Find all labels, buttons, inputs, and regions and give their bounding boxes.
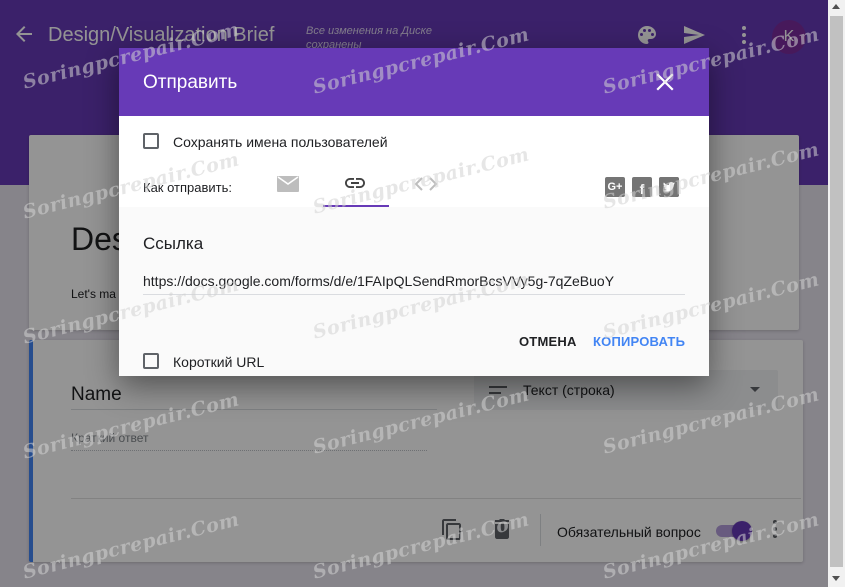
google-plus-icon[interactable]: G+	[605, 177, 625, 197]
send-via-label: Как отправить:	[143, 180, 233, 195]
embed-code-icon[interactable]	[414, 176, 438, 192]
twitter-icon[interactable]	[659, 177, 679, 197]
scroll-thumb[interactable]	[830, 16, 843, 567]
close-icon[interactable]	[656, 73, 674, 91]
link-icon[interactable]	[343, 176, 367, 190]
scroll-down-arrow-icon[interactable]	[832, 576, 840, 581]
save-names-label: Сохранять имена пользователей	[173, 134, 388, 150]
dialog-title: Отправить	[143, 72, 238, 93]
dialog-header: Отправить	[119, 48, 709, 116]
scroll-up-arrow-icon[interactable]	[832, 4, 840, 9]
email-icon[interactable]	[277, 176, 299, 192]
copy-button[interactable]: КОПИРОВАТЬ	[593, 334, 685, 349]
save-names-checkbox[interactable]	[143, 133, 159, 149]
url-field[interactable]: https://docs.google.com/forms/d/e/1FAIpQ…	[143, 273, 685, 295]
short-url-checkbox[interactable]	[143, 353, 159, 369]
short-url-label: Короткий URL	[173, 354, 265, 370]
facebook-icon[interactable]: f	[632, 177, 652, 197]
link-heading: Ссылка	[143, 234, 204, 253]
cancel-button[interactable]: ОТМЕНА	[519, 334, 577, 349]
scrollbar[interactable]	[828, 0, 845, 587]
link-panel: Ссылка https://docs.google.com/forms/d/e…	[119, 207, 709, 376]
send-dialog: Отправить Сохранять имена пользователей …	[119, 48, 709, 376]
